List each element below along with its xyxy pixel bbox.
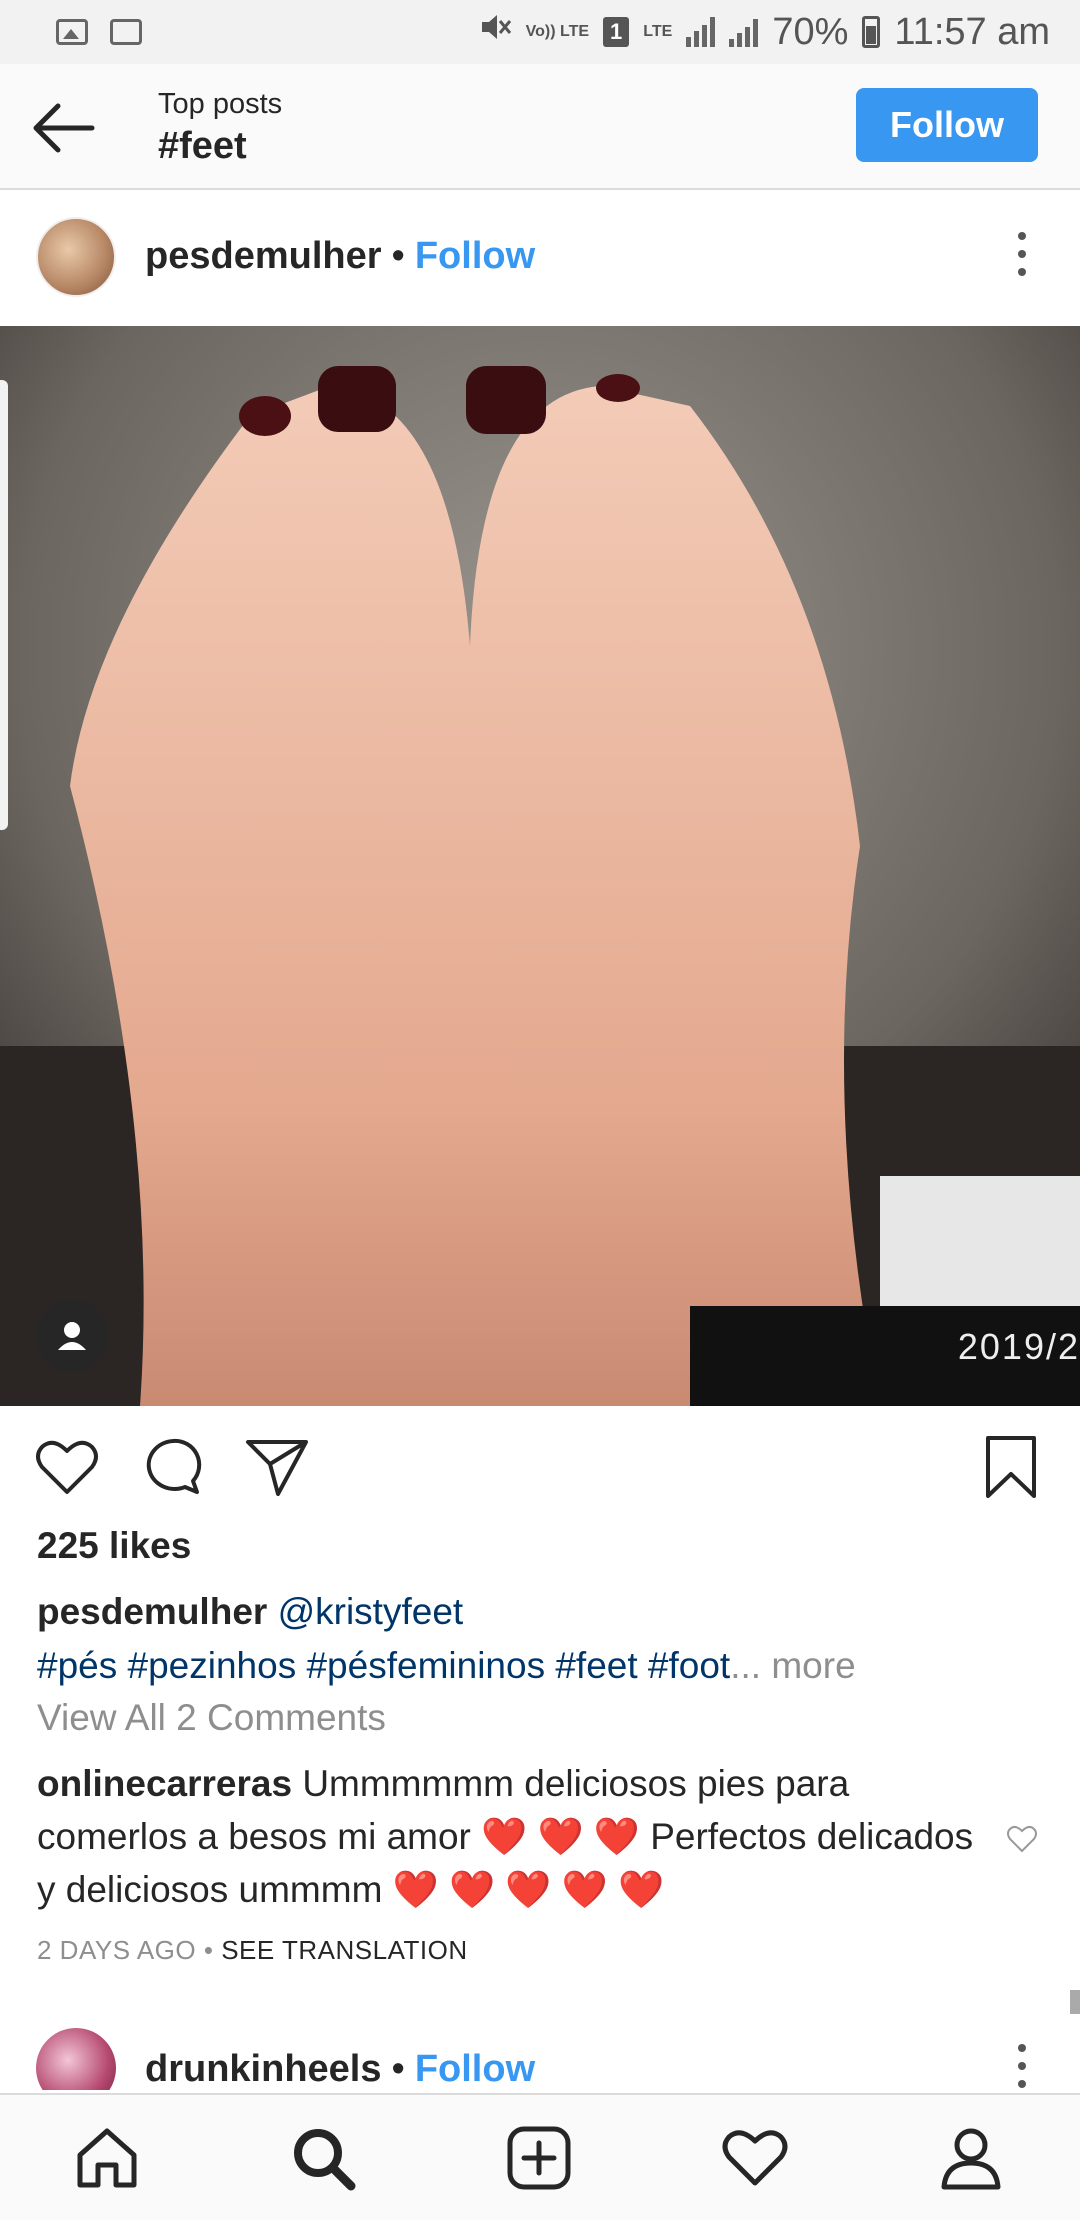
meta-separator: • <box>203 1935 214 1965</box>
avatar[interactable] <box>36 2028 116 2090</box>
next-post-username[interactable]: drunkinheels <box>145 2048 382 2090</box>
tagged-users-icon[interactable] <box>36 1300 108 1372</box>
activity-heart-icon[interactable] <box>720 2123 790 2193</box>
post-caption: pesdemulher @kristyfeet #pés #pezinhos #… <box>37 1585 1047 1693</box>
separator-dot: • <box>391 2048 405 2090</box>
heart-icon[interactable] <box>34 1434 100 1500</box>
plus-square-icon[interactable] <box>504 2123 574 2193</box>
comment-icon[interactable] <box>140 1434 206 1500</box>
comment-username[interactable]: onlinecarreras <box>37 1763 292 1804</box>
mute-icon <box>478 10 512 54</box>
profile-icon[interactable] <box>936 2123 1006 2193</box>
likes-count[interactable]: 225 likes <box>37 1525 191 1567</box>
post-time-ago: 2 DAYS AGO <box>37 1935 197 1965</box>
caption-mention[interactable]: @kristyfeet <box>278 1591 464 1632</box>
comment-meta: 2 DAYS AGO • SEE TRANSLATION <box>37 1935 468 1966</box>
bottom-navigation <box>0 2093 1080 2220</box>
post-username[interactable]: pesdemulher <box>145 235 382 278</box>
lte-indicator: LTE <box>643 23 673 40</box>
follow-hashtag-button[interactable]: Follow <box>856 88 1038 162</box>
view-all-comments-link[interactable]: View All 2 Comments <box>37 1697 386 1739</box>
feet-photo-illustration <box>0 326 1080 1406</box>
signal-2-icon <box>729 17 759 47</box>
sim-indicator: 1 <box>603 17 630 47</box>
scrollbar[interactable] <box>1070 1990 1080 2014</box>
header-titles: Top posts #feet <box>158 88 282 168</box>
home-icon[interactable] <box>72 2123 142 2193</box>
volte-indicator: Vo)) LTE <box>525 23 590 40</box>
comment-like-heart-icon[interactable] <box>1006 1824 1038 1854</box>
clock: 11:57 am <box>894 10 1050 53</box>
post-photo[interactable]: 2019/2 <box>0 326 1080 1406</box>
paper-plane-icon[interactable] <box>244 1434 310 1500</box>
separator-dot: • <box>391 235 405 277</box>
bookmark-icon[interactable] <box>978 1434 1044 1500</box>
battery-icon <box>862 16 881 48</box>
comment-emoji: ❤️ ❤️ ❤️ <box>481 1816 640 1857</box>
more-options-icon[interactable] <box>1014 2044 1030 2090</box>
header-subtitle: Top posts <box>158 88 283 120</box>
edge-panel-handle[interactable] <box>0 380 8 830</box>
search-icon[interactable] <box>288 2123 358 2193</box>
status-bar: Vo)) LTE 1 LTE 70% 11:57 am <box>0 0 1080 64</box>
comment-emoji-2: ❤️ ❤️ ❤️ ❤️ ❤️ <box>392 1869 665 1910</box>
caption-ellipsis: ... <box>730 1645 762 1686</box>
avatar[interactable] <box>36 217 116 297</box>
caption-username[interactable]: pesdemulher <box>37 1591 267 1632</box>
see-translation-link[interactable]: SEE TRANSLATION <box>221 1935 467 1965</box>
caption-more-link[interactable]: more <box>771 1645 855 1686</box>
gallery-notification-icon <box>56 19 88 45</box>
w-notification-icon <box>110 19 142 45</box>
back-arrow-icon[interactable] <box>28 98 98 158</box>
post-header: pesdemulher • Follow <box>0 192 1080 326</box>
comment-item: onlinecarreras Ummmmmm deliciosos pies p… <box>37 1757 987 1916</box>
hashtag-title: #feet <box>158 125 247 167</box>
action-bar <box>0 1406 1080 1526</box>
photo-date-overlay: 2019/2 <box>957 1326 1080 1367</box>
next-follow-link[interactable]: Follow <box>415 2048 535 2090</box>
signal-icon <box>686 17 716 47</box>
top-bar: Top posts #feet Follow <box>0 64 1080 190</box>
next-post-header: drunkinheels • Follow <box>0 2020 1080 2090</box>
battery-percent: 70% <box>772 10 849 53</box>
caption-hashtags[interactable]: #pés #pezinhos #pésfemininos #feet #foot <box>37 1645 730 1686</box>
more-options-icon[interactable] <box>1014 232 1030 280</box>
follow-user-link[interactable]: Follow <box>415 235 535 278</box>
